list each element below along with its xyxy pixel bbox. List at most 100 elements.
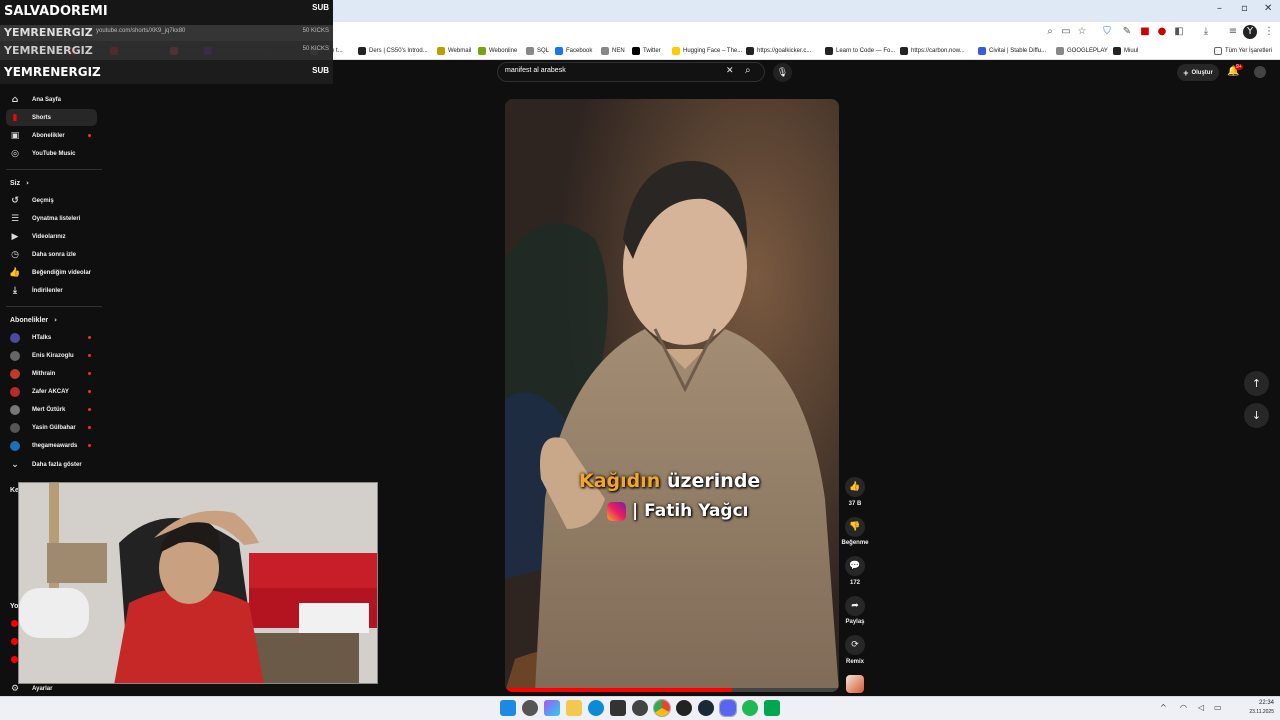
webcam-feed-illustration [19,483,377,683]
bookmark-item[interactable]: https://goalkicker.c... [746,44,811,58]
shield-icon[interactable]: ⛉ [1100,25,1114,39]
plus-icon: + [1183,67,1189,78]
like-button[interactable]: 👍 [845,477,865,497]
sidebar-item[interactable]: ↺ Geçmiş [6,192,97,209]
progress-track[interactable] [505,688,839,692]
bookmark-item[interactable]: NEN [601,44,625,58]
bookmark-item[interactable]: Ders | CS50's Introd... [358,44,428,58]
sidebar-subscription[interactable]: thegameawards [6,437,97,454]
opera-icon[interactable]: ● [1155,25,1169,39]
create-button[interactable]: + Oluştur [1177,64,1219,81]
spotify-icon[interactable] [742,700,758,716]
menu-icon[interactable]: ⋮ [1262,25,1276,39]
tray-chevron-icon[interactable]: ^ [1160,703,1167,712]
sidebar-item-label: Daha sonra izle [32,251,77,258]
sidebar-subs-title[interactable]: Abonelikler › [10,316,57,324]
bookmark-item[interactable]: Webonline [478,44,517,58]
profile-icon[interactable]: Y [1243,25,1257,39]
sidebar-item[interactable]: ▣ Abonelikler [6,127,97,144]
dislike-button[interactable]: 👎 [845,517,865,537]
overlay-url-ghost: youtube.com/shorts/XK9_jq7kx80 [96,28,186,34]
sidebar-item[interactable]: ⤓ İndirilenler [6,282,97,299]
share-button[interactable]: ➦ [845,596,865,616]
sidebar-item[interactable]: ⌂ Ana Sayfa [6,91,97,108]
obs-icon[interactable] [632,700,648,716]
steam-icon[interactable] [698,700,714,716]
bookmark-item[interactable]: Facebook [555,44,592,58]
sidebar-subscription[interactable]: HTalks [6,329,97,346]
sound-thumbnail[interactable] [846,675,864,693]
pen-icon[interactable]: ✎ [1120,25,1134,39]
volume-icon[interactable]: ◁ [1198,703,1204,712]
kick-icon[interactable] [764,700,780,716]
wifi-icon[interactable]: ◠ [1180,703,1187,712]
discord-icon[interactable] [719,699,737,717]
clock-date[interactable]: 23.11.2025 [1236,709,1274,715]
maximize-icon[interactable]: ▫ [1241,3,1248,14]
bookmark-label: Civitai | Stable Diffu... [989,48,1047,54]
bookmark-item[interactable]: Hugging Face – The... [672,44,742,58]
store-icon[interactable] [610,700,626,716]
download-icon[interactable]: ⤓ [1199,25,1213,39]
youtube-kids-icon[interactable] [11,656,18,663]
bookmark-item[interactable]: GOOGLEPLAY [1056,44,1108,58]
sidebar-you-title[interactable]: Siz › [10,179,29,187]
copilot-icon[interactable] [544,700,560,716]
edge-icon[interactable] [588,700,604,716]
sidebar-subscription[interactable]: Mithrain [6,365,97,382]
close-window-icon[interactable]: ✕ [1264,3,1272,14]
sidebar-item-label: Mithrain [32,370,56,377]
show-more-button[interactable]: ⌄ Daha fazla göster [6,456,97,473]
sidebar-subscription[interactable]: Enis Kirazoglu [6,347,97,364]
all-bookmarks[interactable]: Tüm Yer İşaretleri [1214,44,1272,58]
voice-search-button[interactable]: 🎙 [773,63,792,82]
sidebar-item[interactable]: ◎ YouTube Music [6,145,97,162]
show-more-label: Daha fazla göster [32,461,82,468]
bookmark-item[interactable]: Twitter [632,44,661,58]
clear-search-icon[interactable]: ✕ [726,66,734,76]
bookmark-favicon-icon [437,47,445,55]
sidebar-subscription[interactable]: Yasin Gülbahar [6,419,97,436]
bookmark-item[interactable]: Civitai | Stable Diffu... [978,44,1046,58]
remix-button[interactable]: ⟳ [845,635,865,655]
bookmark-item[interactable]: Webmail [437,44,471,58]
youtube-premium-icon[interactable] [11,620,18,627]
minimize-icon[interactable]: – [1217,3,1222,14]
sidebar-subscription[interactable]: Zafer AKCAY [6,383,97,400]
comments-button[interactable]: 💬 [845,556,865,576]
youtube-studio-icon[interactable] [11,638,18,645]
bookmark-item[interactable]: Miuul [1113,44,1138,58]
battery-icon[interactable]: ▭ [1214,703,1222,712]
next-short-button[interactable]: ↓ [1244,403,1269,428]
cast-icon[interactable]: ▭ [1059,25,1073,39]
chrome-icon[interactable] [653,699,671,717]
file-explorer-icon[interactable] [566,700,582,716]
sidebar-subscription[interactable]: Mert Öztürk [6,401,97,418]
app-icon[interactable] [676,700,692,716]
task-view-icon[interactable] [522,700,538,716]
start-icon[interactable] [500,700,516,716]
bookmark-favicon-icon [555,47,563,55]
overlay-alert-mid2: YEMRENERGIZ 50 KICKS [0,41,333,60]
sidebar-item-label: Ana Sayfa [32,96,62,103]
sidebar-item[interactable]: ☰ Oynatma listeleri [6,210,97,227]
extension-red-icon[interactable]: ■ [1138,25,1152,39]
search-icon[interactable]: ⌕ [745,65,751,76]
media-icon[interactable]: ≡ [1226,25,1240,39]
clock-time[interactable]: 22:34 [1240,700,1274,706]
sidebar-item[interactable]: ▮ Shorts [6,109,97,126]
extensions-icon[interactable]: ◧ [1172,25,1186,39]
zoom-icon[interactable]: ⌕ [1043,25,1057,39]
previous-short-button[interactable]: ↑ [1244,371,1269,396]
sidebar-item[interactable]: 👍 Beğendiğim videolar [6,264,97,281]
avatar[interactable] [1254,66,1266,78]
overlay-sub-badge: SUB [312,66,329,75]
sidebar-item[interactable]: ◷ Daha sonra izle [6,246,97,263]
bookmark-item[interactable]: https://carbon.now... [900,44,965,58]
bookmark-item[interactable]: SQL [526,44,549,58]
bookmark-label: https://goalkicker.c... [757,48,812,54]
shorts-video-player[interactable]: Kağıdın üzerinde | Fatih Yağcı [505,99,839,692]
star-icon[interactable]: ☆ [1075,25,1089,39]
bookmark-item[interactable]: Learn to Code — Fo... [825,44,895,58]
sidebar-item[interactable]: ▶ Videolarınız [6,228,97,245]
